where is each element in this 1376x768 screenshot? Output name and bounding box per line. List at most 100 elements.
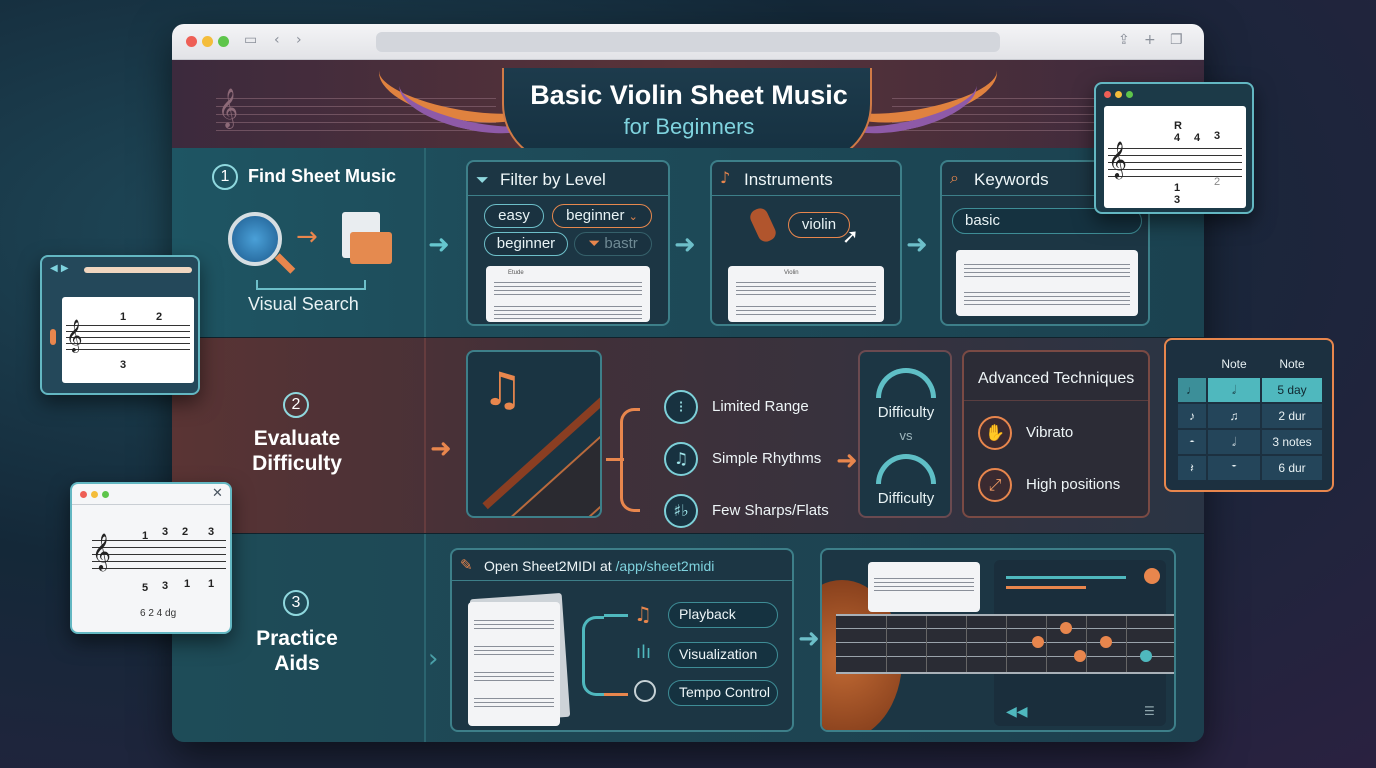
tempo-control-button[interactable]: Tempo Control [668,680,778,706]
step1-title: Find Sheet Music [248,166,397,186]
sheet-preview-filter: Etude [486,266,650,322]
arrow-right-icon: ➜ [430,434,452,464]
sheet-document-icon [468,602,560,726]
floating-sheet-window-left[interactable]: ◀ ▶ 𝄞 1 2 3 [40,255,200,395]
share-icon[interactable]: ⇪ [1118,32,1130,48]
floating-sheet-window-left-bottom[interactable]: ✕ 𝄞 1 3 2 3 5 3 1 1 6 2 4 dg [70,482,232,634]
table-cell: 2 dur [1262,404,1322,428]
treble-clef-icon: 𝄞 [218,88,239,128]
progress-bar[interactable] [1006,586,1086,589]
playhead-marker[interactable] [1144,568,1160,584]
instruments-panel: ♪ Instruments violin ➚ Violin [710,160,902,326]
violin-neck-icon [510,409,600,516]
table-cell: ♫ [1208,404,1260,428]
finger-marker [1074,650,1086,662]
settings-sliders-icon[interactable]: ☰ [1144,704,1155,718]
bracket-decoration [256,280,366,290]
table-cell: 𝅗𝅥 [1208,378,1260,402]
magnifier-handle [274,253,296,274]
fingering-label: 2 [182,526,189,538]
scrubber-bar[interactable] [84,267,192,273]
vs-label: vs [899,428,913,443]
back-icon[interactable]: ‹ [274,32,280,48]
sheet-preview-keywords [956,250,1138,316]
gauge-top-label: Difficulty [877,404,935,421]
fingering-label: 3 [208,526,215,538]
arrow-right-icon: ➜ [674,230,696,260]
advanced-techniques-panel: Advanced Techniques ✋ Vibrato ⤢ High pos… [962,350,1150,518]
treble-clef-icon: 𝄞 [66,319,83,352]
table-header: Note [1221,357,1247,371]
guitar-icon: ♪ [720,168,731,187]
fingering-label: 1 [120,311,127,323]
visual-search-label: Visual Search [248,294,359,314]
arrow-right-icon: ➜ [798,624,820,654]
technique-vibrato: Vibrato [1026,424,1074,441]
arrow-right-icon: ➜ [836,446,858,476]
keywords-panel-title: Keywords [974,170,1049,189]
timeline-bar[interactable] [1006,576,1126,579]
note-reference-table: Note Note ♩ 𝅗𝅥 5 day ♪ ♫ 2 dur 𝄼 𝅗𝅥 3 no… [1164,338,1334,492]
sheet-preview-instruments: Violin [728,266,884,322]
violin-illustration: ♫ [466,350,602,518]
fingering-label: 1 [208,578,215,590]
sheet-snippet [868,562,980,612]
filter-pill-beginner-selected[interactable]: beginner ⌄ [552,204,652,228]
instruments-panel-title: Instruments [744,170,833,189]
step3-title-line1: Practice [256,627,338,650]
new-tab-icon[interactable]: + [1144,32,1156,48]
arrow-right-icon: → [296,222,318,252]
filter-panel-title: Filter by Level [500,170,606,189]
fretboard-visualization: ◀◀ ☰ [820,548,1176,732]
close-icon[interactable]: ✕ [212,486,223,501]
filter-pill-beginner[interactable]: beginner [484,232,568,256]
instrument-pill-violin[interactable]: violin [788,212,850,238]
step-number-3: 3 [283,590,309,616]
floating-sheet-window-top-right[interactable]: 𝄞 R 4 4 3 1 3 2 [1094,82,1254,214]
tabs-overview-icon[interactable]: ❐ [1170,32,1183,48]
sheet-label: Etude [508,270,524,276]
range-icon: ⁝ [664,390,698,424]
finger-marker [1100,636,1112,648]
rewind-icon[interactable]: ◀◀ [1006,704,1028,720]
close-dot-icon[interactable] [186,36,197,47]
table-cell: 𝄼 [1178,430,1206,454]
sidebar-toggle-icon[interactable]: ▭ [244,32,257,48]
minimize-dot-icon[interactable] [202,36,213,47]
filter-icon: ⏷ [476,170,489,189]
advanced-title: Advanced Techniques [978,370,1135,387]
step-number-2: 2 [283,392,309,418]
table-cell: 𝅗𝅥 [1208,430,1260,454]
filter-pill-bastr[interactable]: ⏷ bastr [574,232,652,256]
gauge-icon [876,368,936,398]
music-note-icon: ♫ [634,602,652,626]
fingering-label: 1 [184,578,191,590]
edit-icon: ✎ [460,556,473,574]
maximize-dot-icon[interactable] [218,36,229,47]
playback-button[interactable]: Playback [668,602,778,628]
table-cell: 6 dur [1262,456,1322,480]
arrow-right-icon: ➜ [906,230,928,260]
criteria-simple-rhythms: Simple Rhythms [712,450,822,467]
mini-sheet: 𝄞 1 2 3 [62,297,194,383]
fingering-label: 2 [1214,176,1221,188]
sheet-label: Violin [784,270,799,276]
fingering-label: R [1174,120,1182,132]
filter-pill-easy[interactable]: easy [484,204,544,228]
clock-icon [634,680,656,702]
arrow-right-icon: › [428,644,439,674]
table-cell: ♩ [1178,378,1206,402]
step-evaluate-difficulty: 2 Evaluate Difficulty ➜ ♫ ⁝ Limited Rang… [172,338,1204,534]
address-bar[interactable] [376,32,1000,52]
step3-title-line2: Aids [274,652,320,675]
app-path-link[interactable]: /app/sheet2midi [616,558,715,574]
fingering-label: 2 [156,311,163,323]
forward-icon[interactable]: › [296,32,302,48]
app-title-text: Open Sheet2MIDI at [484,558,612,574]
table-header: Note [1279,357,1305,371]
cursor-icon: ➚ [842,224,859,248]
play-controls-icon[interactable]: ◀ ▶ [50,263,69,274]
music-note-icon: ♫ [482,362,524,416]
arrows-icon: ⤢ [978,468,1012,502]
visualization-button[interactable]: Visualization [668,642,778,668]
